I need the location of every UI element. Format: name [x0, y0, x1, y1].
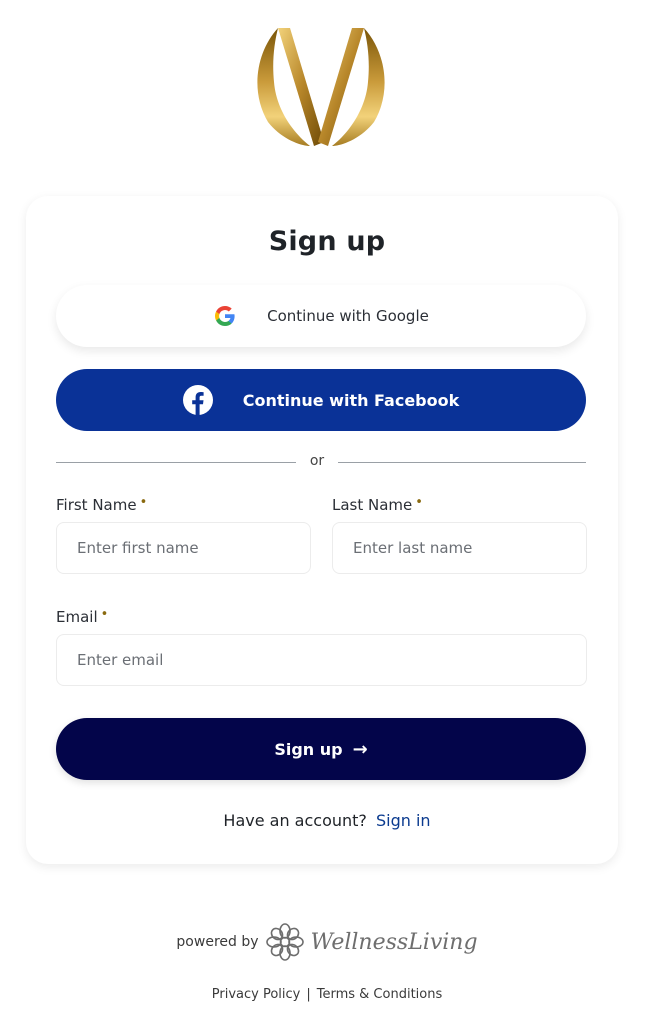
last-name-required-mark: •	[415, 495, 423, 510]
have-account-text: Have an account?	[223, 811, 372, 830]
facebook-button-label: Continue with Facebook	[242, 390, 460, 410]
gold-m-logo-icon	[257, 28, 385, 146]
email-required-mark: •	[100, 607, 109, 622]
first-name-label-text: First Name	[56, 496, 137, 514]
have-account-row: Have an account? Sign in	[0, 811, 654, 830]
continue-with-google-button[interactable]: Continue with Google	[56, 285, 586, 347]
divider-or-text: or	[309, 453, 325, 469]
divider-left-line	[56, 462, 296, 463]
last-name-label: Last Name •	[332, 495, 423, 514]
google-button-label: Continue with Google	[267, 307, 429, 325]
wellnessliving-flower-icon	[265, 923, 304, 961]
arrow-right-icon: →	[352, 738, 368, 760]
privacy-policy-link[interactable]: Privacy Policy	[212, 987, 301, 1002]
continue-with-facebook-button[interactable]: Continue with Facebook	[56, 369, 586, 431]
footer-separator: |	[306, 987, 311, 1002]
powered-by-text: powered by	[176, 934, 259, 950]
powered-by-row: powered by WellnessLiving	[0, 922, 654, 962]
email-input[interactable]	[56, 634, 587, 686]
email-label: Email •	[56, 607, 108, 626]
sign-up-button[interactable]: Sign up →	[56, 718, 586, 780]
terms-conditions-link[interactable]: Terms & Conditions	[317, 987, 443, 1002]
first-name-label: First Name •	[56, 495, 147, 514]
sign-in-link[interactable]: Sign in	[376, 811, 431, 830]
last-name-input[interactable]	[332, 522, 587, 574]
footer-links: Privacy Policy | Terms & Conditions	[0, 987, 654, 1002]
sign-up-button-label: Sign up	[274, 739, 343, 759]
google-icon	[215, 306, 235, 326]
email-label-text: Email	[56, 608, 98, 626]
first-name-input[interactable]	[56, 522, 311, 574]
first-name-required-mark: •	[139, 495, 148, 510]
page-title: Sign up	[268, 226, 386, 257]
facebook-icon	[182, 385, 213, 415]
wellnessliving-wordmark[interactable]: WellnessLiving	[311, 930, 478, 955]
divider-right-line	[338, 462, 586, 463]
last-name-label-text: Last Name	[332, 496, 413, 514]
